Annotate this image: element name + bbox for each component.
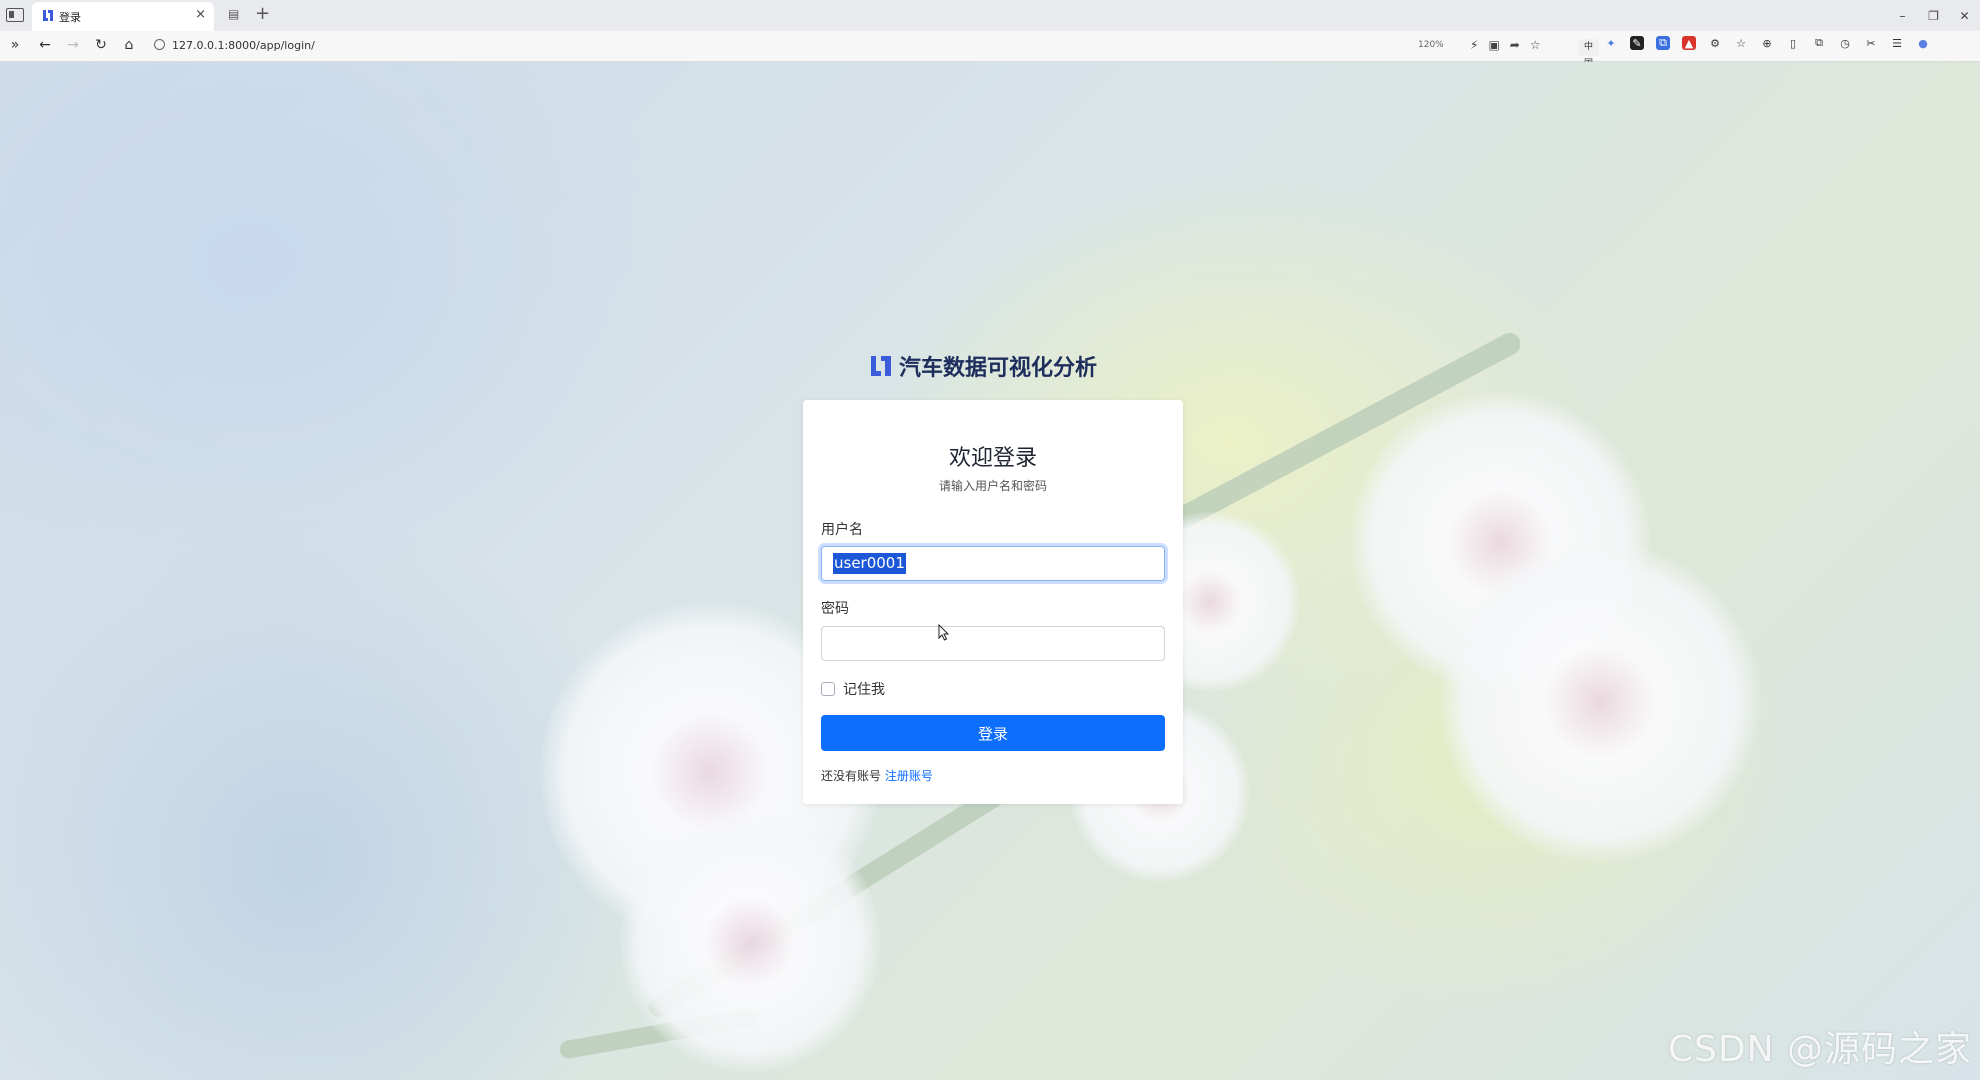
remember-me[interactable]: 记住我 [821, 679, 885, 699]
window-controls: – ❐ ✕ [1887, 0, 1980, 31]
close-window-button[interactable]: ✕ [1949, 0, 1980, 31]
mouse-cursor-icon [938, 624, 950, 641]
browser-tab-login[interactable]: 登录 × [32, 2, 214, 31]
restore-button[interactable]: ❐ [1918, 0, 1949, 31]
sidebar-toggle-icon[interactable] [6, 8, 24, 22]
menu-icon[interactable]: ☰ [1890, 36, 1904, 50]
minimize-button[interactable]: – [1887, 0, 1918, 31]
brand-logo-icon [871, 356, 891, 376]
extension-toolbar: ✦ ✎ ⧉ ▲ ⚙ ☆ ⊕ ▯ ⧉ ◷ ✂ ☰ ● [1604, 36, 1930, 50]
tab-title: 登录 [59, 11, 81, 24]
address-bar-tools: ⚡ ▣ ➦ ☆ [1470, 38, 1541, 52]
site-logo-icon [43, 10, 53, 21]
lightning-icon[interactable]: ⚡ [1470, 38, 1478, 52]
back-icon[interactable]: ← [36, 37, 54, 53]
login-card: 欢迎登录 请输入用户名和密码 用户名 user0001 密码 记住我 登录 还没… [803, 400, 1183, 804]
password-input[interactable] [821, 626, 1165, 661]
download-icon[interactable]: ⊕ [1760, 36, 1774, 50]
history-icon[interactable]: ◷ [1838, 36, 1852, 50]
login-subtitle: 请输入用户名和密码 [938, 479, 1047, 493]
url-text[interactable]: 127.0.0.1:8000/app/login/ [172, 39, 315, 52]
translate-extension-icon[interactable]: ⧉ [1656, 36, 1670, 50]
favorites-icon[interactable]: ☆ [1734, 36, 1748, 50]
ai-extension-icon[interactable]: ✦ [1604, 36, 1618, 50]
pdf-extension-icon[interactable]: ▲ [1682, 36, 1696, 50]
news-ticker[interactable]: 中国商人被绑架 警方击毙 [1578, 39, 1600, 222]
star-icon[interactable]: ☆ [1530, 38, 1541, 52]
pen-extension-icon[interactable]: ✎ [1630, 36, 1644, 50]
watermark: CSDN @源码之家 [1667, 1029, 1972, 1070]
phone-icon[interactable]: ▯ [1786, 36, 1800, 50]
blossom-decoration [1440, 542, 1760, 862]
collections-icon[interactable]: ⧉ [1812, 36, 1826, 50]
register-link[interactable]: 注册账号 [885, 769, 933, 783]
username-input[interactable] [821, 546, 1165, 581]
zoom-indicator[interactable]: 120% [1418, 40, 1444, 50]
forward-icon[interactable]: → [64, 37, 82, 53]
share-icon[interactable]: ➦ [1510, 38, 1520, 52]
password-label: 密码 [821, 601, 849, 617]
no-account-text: 还没有账号 [821, 769, 882, 783]
puzzle-icon[interactable]: ⚙ [1708, 36, 1722, 50]
home-icon[interactable]: ⌂ [120, 37, 138, 53]
login-button[interactable]: 登录 [821, 715, 1165, 751]
browser-tab-bar: 登录 × ▤ + – ❐ ✕ [0, 0, 1980, 31]
remember-checkbox[interactable] [821, 682, 835, 696]
username-label: 用户名 [821, 522, 863, 538]
tab-stack-icon[interactable]: ▤ [228, 7, 239, 21]
brand-title: 汽车数据可视化分析 [899, 356, 1098, 381]
expand-icon[interactable]: » [6, 37, 24, 53]
address-bar[interactable]: 127.0.0.1:8000/app/login/ 120% ⚡ ▣ ➦ ☆ 中… [148, 35, 1600, 222]
brand-header: 汽车数据可视化分析 [869, 351, 1097, 381]
remember-label[interactable]: 记住我 [843, 679, 885, 699]
register-prompt: 还没有账号 注册账号 [821, 767, 933, 784]
blossom-decoration [620, 812, 880, 1072]
reader-icon[interactable]: ▣ [1488, 38, 1499, 52]
new-tab-button[interactable]: + [255, 3, 270, 24]
screenshot-icon[interactable]: ✂ [1864, 36, 1878, 50]
tab-close-icon[interactable]: × [195, 7, 206, 22]
login-title: 欢迎登录 [948, 446, 1037, 471]
reload-icon[interactable]: ↻ [92, 37, 110, 53]
site-info-icon[interactable] [154, 39, 165, 50]
profile-avatar[interactable]: ● [1916, 36, 1930, 50]
